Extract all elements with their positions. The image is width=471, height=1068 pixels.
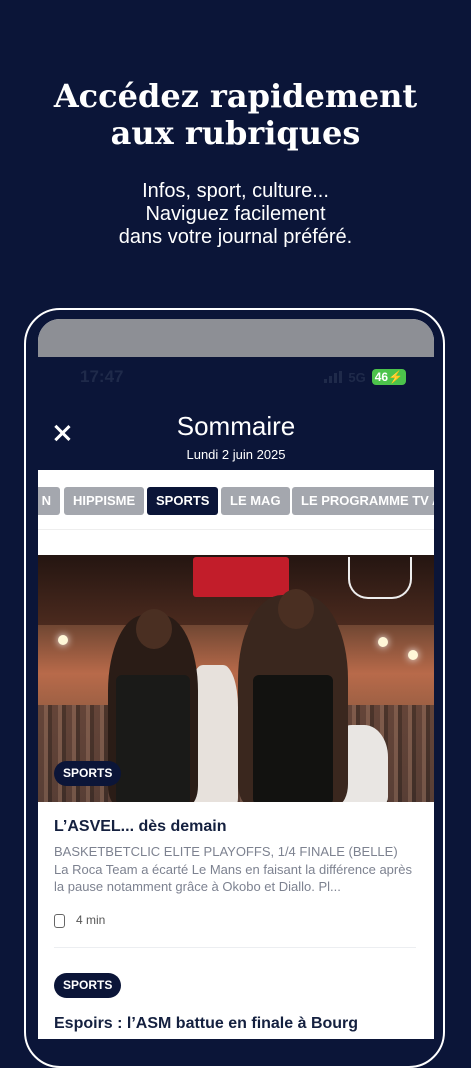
promo-title-line2: aux rubriques: [110, 114, 361, 152]
tab-hippisme[interactable]: HIPPISME: [64, 487, 145, 515]
promo-title-line1: Accédez rapidement: [53, 77, 418, 115]
article-kicker: BASKETBETCLIC ELITE PLAYOFFS, 1/4 FINALE…: [54, 844, 398, 859]
promo-subtitle-line2: Naviguez facilement: [145, 203, 326, 225]
network-label: 5G: [348, 369, 366, 385]
player-head: [278, 589, 314, 629]
divider: [54, 947, 416, 948]
article-title[interactable]: Espoirs : l’ASM battue en finale à Bourg: [54, 1015, 358, 1033]
page-date: Lundi 2 juin 2025: [186, 447, 286, 462]
scoreboard: [193, 557, 289, 597]
page-title: Sommaire: [176, 411, 296, 441]
battery-level: 46: [374, 370, 389, 384]
tab-partial[interactable]: N: [38, 487, 60, 515]
status-bar-right: 5G 46⚡: [324, 369, 406, 385]
article-title[interactable]: L’ASVEL... dès demain: [54, 818, 227, 836]
signal-icon: [324, 371, 343, 383]
player-jersey: [116, 675, 190, 802]
phone-screen: 17:47 5G 46⚡ Sommaire Lundi 2 juin 2025 …: [38, 319, 434, 1039]
tab-le-mag[interactable]: LE MAG: [221, 487, 290, 515]
basket-hoop: [348, 557, 412, 599]
category-badge: SPORTS: [54, 761, 122, 786]
category-badge: SPORTS: [54, 973, 122, 998]
status-time: 17:47: [80, 367, 124, 386]
article-excerpt: La Roca Team a écarté Le Mans en faisant…: [54, 862, 412, 894]
read-time: 4 min: [54, 911, 105, 929]
player-jersey: [253, 675, 333, 802]
tab-le-programme-tv[interactable]: LE PROGRAMME TV AV: [292, 487, 434, 515]
promo-subtitle-line3: dans votre journal préféré.: [118, 226, 353, 248]
player-left: [108, 609, 198, 802]
top-grey-band: [38, 319, 434, 357]
read-time-label: 4 min: [76, 913, 106, 927]
category-tabs: N HIPPISME SPORTS LE MAG LE PROGRAMME TV…: [38, 471, 434, 530]
promo-title: Accédez rapidement aux rubriques: [0, 78, 471, 152]
promo-subtitle: Infos, sport, culture... Naviguez facile…: [0, 180, 471, 249]
player-center: [238, 589, 348, 802]
player-head: [136, 609, 172, 649]
promo-subtitle-line1: Infos, sport, culture...: [142, 180, 329, 202]
watch-icon: [54, 911, 66, 929]
battery-icon: 46⚡: [371, 369, 406, 385]
tab-sports[interactable]: SPORTS: [147, 487, 219, 515]
